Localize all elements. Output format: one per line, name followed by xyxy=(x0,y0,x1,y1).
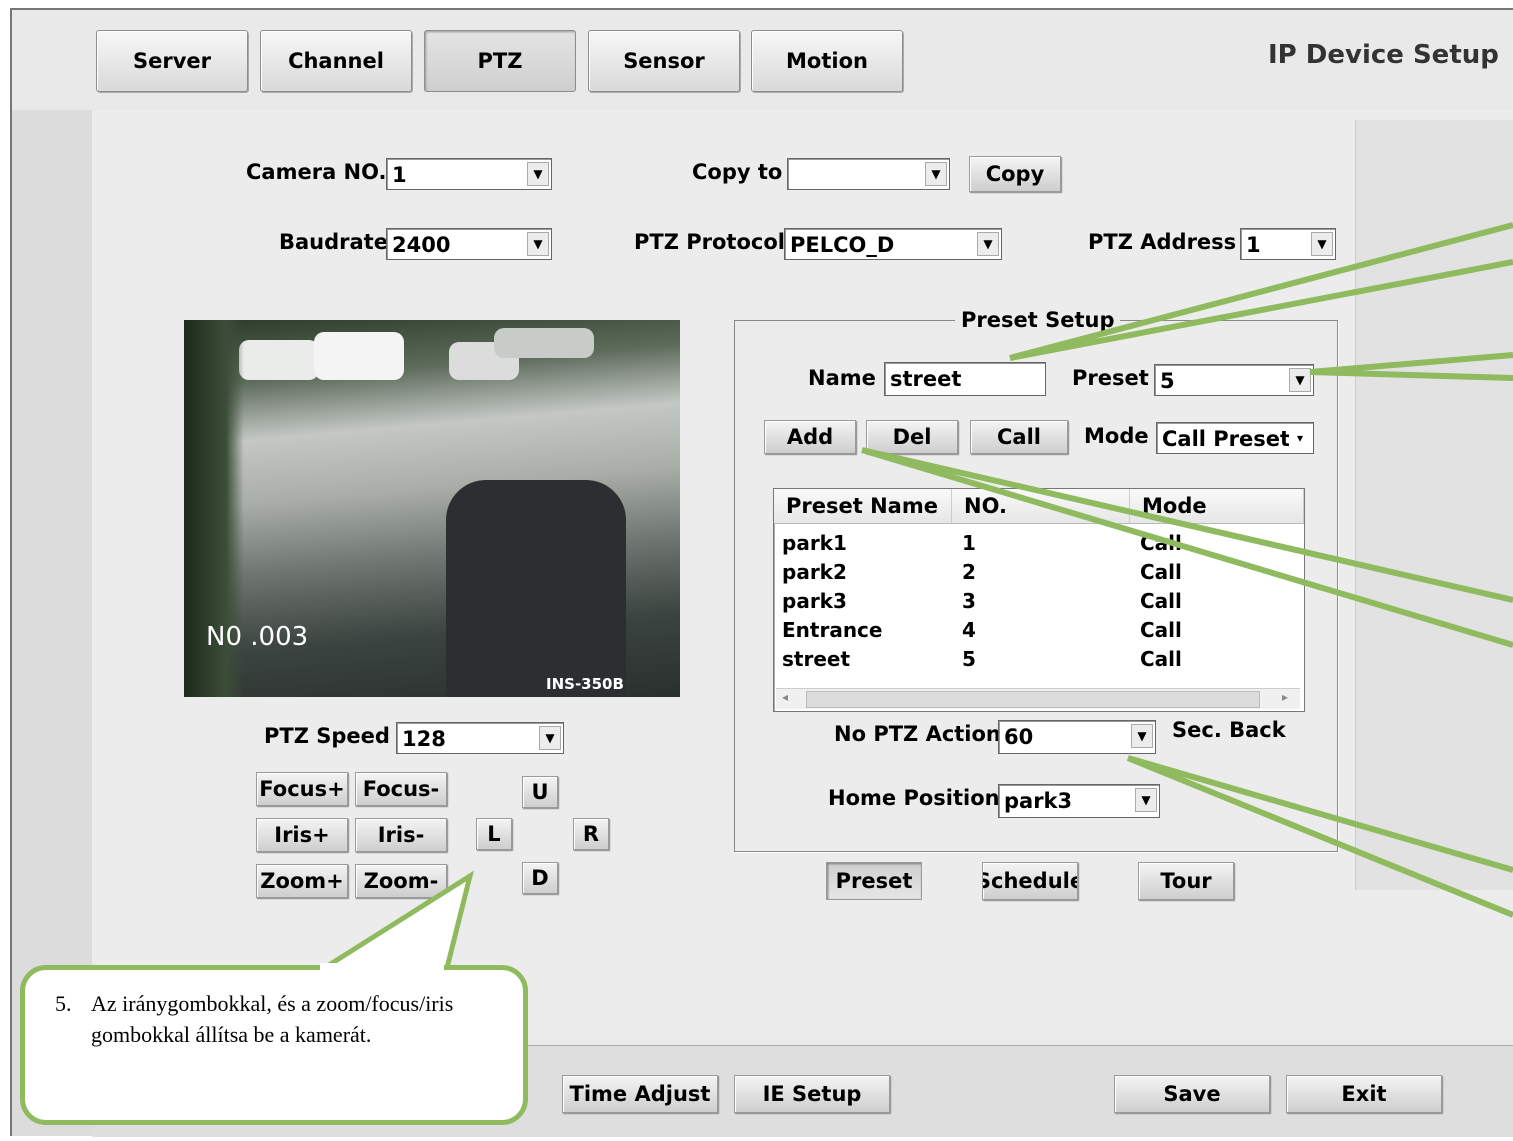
callout-tail xyxy=(309,870,474,975)
annotation-callout: 5. Az iránygombokkal, és a zoom/focus/ir… xyxy=(20,965,528,1125)
callout-text: 5. Az iránygombokkal, és a zoom/focus/ir… xyxy=(55,988,495,1050)
pointer-name-field xyxy=(1009,222,1513,361)
callout-number: 5. xyxy=(55,991,72,1016)
pointer-no-ptz-action xyxy=(1126,755,1513,918)
callout-body: Az iránygombokkal, és a zoom/focus/iris … xyxy=(91,991,454,1047)
pointer-add-button xyxy=(861,447,1513,648)
callout-tail-join xyxy=(320,963,444,971)
pointer-preset-number xyxy=(1309,352,1513,381)
